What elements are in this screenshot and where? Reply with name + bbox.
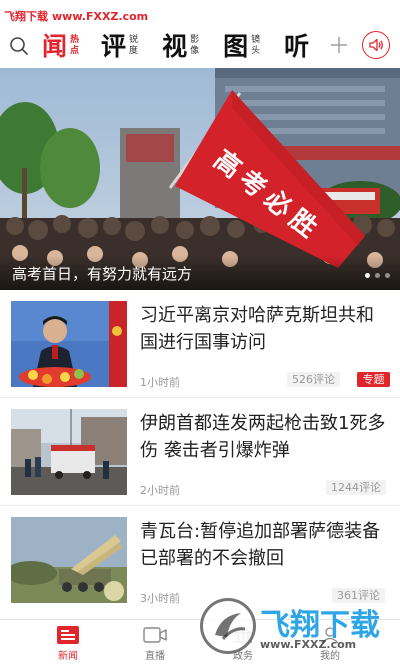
news-time: 3小时前 bbox=[140, 592, 180, 605]
tab-photo-label: 图 bbox=[223, 31, 249, 61]
carousel-dot[interactable] bbox=[385, 273, 390, 278]
audio-button[interactable] bbox=[362, 31, 390, 59]
tab-hot-news-label: 闻 bbox=[42, 31, 68, 61]
top-bar: 闻 热 点 评 锐 度 视 影 像 图 镜 头 听 bbox=[0, 24, 400, 68]
tab-commentary-sub: 锐 度 bbox=[129, 35, 138, 57]
nav-news[interactable]: 新闻 bbox=[38, 620, 98, 667]
hero-banner[interactable]: 高考必胜 高考首日，有努力就有远方 bbox=[0, 68, 400, 290]
news-thumbnail bbox=[11, 517, 127, 603]
nav-live[interactable]: 直播 bbox=[125, 620, 185, 667]
tab-sub-char: 影 bbox=[190, 35, 200, 45]
tab-video-sub: 影 像 bbox=[190, 35, 199, 57]
comment-count[interactable]: 1244评论 bbox=[326, 480, 386, 495]
tab-listen[interactable]: 听 bbox=[284, 24, 309, 68]
news-icon bbox=[57, 626, 79, 644]
tab-sub-char: 度 bbox=[129, 46, 139, 56]
tab-sub-char: 锐 bbox=[129, 35, 139, 45]
news-title: 习近平离京对哈萨克斯坦共和国进行国事访问 bbox=[140, 305, 374, 353]
news-title: 伊朗首都连发两起枪击致1死多伤 袭击者引爆炸弹 bbox=[140, 413, 386, 461]
watermark-logo: 飞翔下载 www.FXXZ.com bbox=[196, 592, 400, 667]
app-screen: 飞翔下载 www.FXXZ.com 闻 热 点 评 锐 度 视 影 像 图 镜 … bbox=[0, 0, 400, 667]
tab-photo-sub: 镜 头 bbox=[251, 35, 260, 57]
search-icon bbox=[10, 37, 28, 55]
watermark-logo-url: www.FXXZ.com bbox=[260, 638, 357, 651]
tab-photo[interactable]: 图 镜 头 bbox=[223, 24, 260, 68]
watermark-logo-icon bbox=[200, 598, 256, 654]
live-icon bbox=[143, 627, 167, 643]
tab-commentary[interactable]: 评 锐 度 bbox=[101, 24, 138, 68]
carousel-dots bbox=[365, 273, 390, 278]
tab-video-label: 视 bbox=[162, 31, 188, 61]
watermark-site: 飞翔下载 bbox=[4, 10, 48, 23]
speaker-icon bbox=[369, 38, 383, 52]
tab-sub-char: 头 bbox=[251, 46, 261, 56]
news-thumbnail bbox=[11, 301, 127, 387]
hero-caption-bar: 高考首日，有努力就有远方 bbox=[0, 256, 400, 290]
add-channel-button[interactable] bbox=[328, 34, 350, 56]
news-item[interactable]: 习近平离京对哈萨克斯坦共和国进行国事访问 1小时前 526评论 专题 bbox=[0, 290, 400, 398]
comment-count[interactable]: 526评论 bbox=[287, 372, 340, 387]
tab-hot-news-sub: 热 点 bbox=[70, 35, 79, 57]
tab-sub-char: 点 bbox=[70, 46, 80, 56]
tab-commentary-label: 评 bbox=[101, 31, 127, 61]
carousel-dot[interactable] bbox=[365, 273, 370, 278]
carousel-dot[interactable] bbox=[375, 273, 380, 278]
tab-sub-char: 热 bbox=[70, 35, 80, 45]
plus-icon bbox=[331, 37, 347, 53]
nav-live-label: 直播 bbox=[145, 651, 165, 662]
news-time: 2小时前 bbox=[140, 484, 180, 497]
nav-news-label: 新闻 bbox=[58, 651, 78, 662]
tab-video[interactable]: 视 影 像 bbox=[162, 24, 199, 68]
tab-sub-char: 镜 bbox=[251, 35, 261, 45]
tab-hot-news[interactable]: 闻 热 点 bbox=[42, 24, 79, 68]
watermark-url: www.FXXZ.com bbox=[52, 10, 149, 23]
news-item[interactable]: 伊朗首都连发两起枪击致1死多伤 袭击者引爆炸弹 2小时前 1244评论 bbox=[0, 398, 400, 506]
news-title: 青瓦台:暂停追加部署萨德装备 已部署的不会撤回 bbox=[140, 521, 381, 569]
watermark-top: 飞翔下载 www.FXXZ.com bbox=[4, 8, 148, 24]
news-time: 1小时前 bbox=[140, 376, 180, 389]
tab-sub-char: 像 bbox=[190, 46, 200, 56]
hero-caption: 高考首日，有努力就有远方 bbox=[12, 265, 193, 283]
search-button[interactable] bbox=[0, 24, 38, 68]
tab-listen-label: 听 bbox=[284, 31, 310, 61]
topic-tag[interactable]: 专题 bbox=[357, 372, 390, 387]
news-thumbnail bbox=[11, 409, 127, 495]
